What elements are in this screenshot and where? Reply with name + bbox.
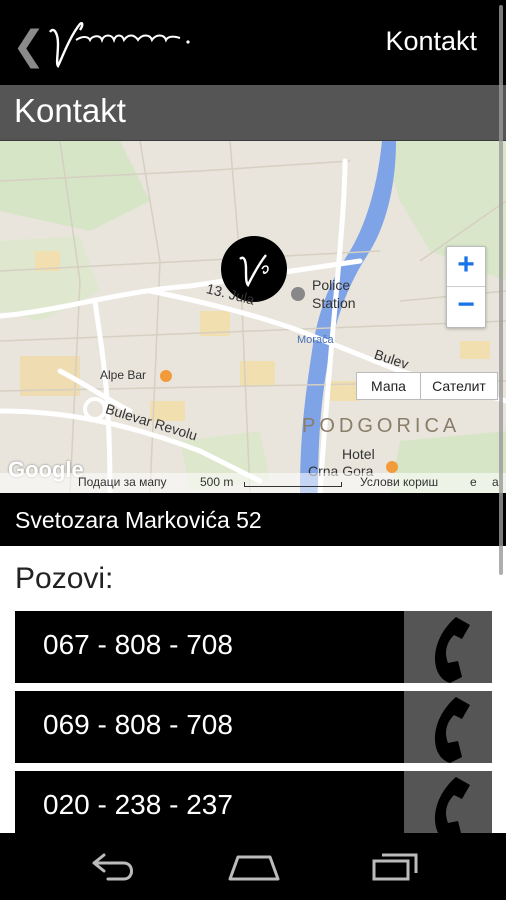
map-view[interactable]: 13. Jula Police Station Morača Bulev Alp… bbox=[0, 141, 506, 493]
call-button[interactable] bbox=[404, 611, 492, 683]
zoom-in-button[interactable]: + bbox=[447, 247, 485, 287]
address-text: Svetozara Markovića 52 bbox=[15, 507, 262, 533]
map-footer-e: е bbox=[470, 475, 477, 489]
section-title: Kontakt bbox=[14, 92, 126, 129]
map-label-city: PODGORICA bbox=[302, 415, 461, 437]
phone-handset-icon bbox=[434, 617, 470, 683]
map-label-station: Station bbox=[312, 295, 356, 311]
map-label-hotel: Hotel bbox=[342, 446, 375, 462]
section-header: Kontakt bbox=[0, 85, 506, 141]
map-terms-link[interactable]: Услови кориш bbox=[360, 475, 438, 489]
map-scale-label: 500 m bbox=[200, 475, 234, 489]
back-chevron-icon[interactable]: ❮ bbox=[12, 26, 46, 66]
map-type-satellite-button[interactable]: Сателит bbox=[420, 372, 498, 400]
phone-number: 020 - 238 - 237 bbox=[43, 789, 233, 820]
map-label-river: Morača bbox=[297, 334, 334, 346]
phone-row[interactable]: 067 - 808 - 708 bbox=[15, 611, 492, 683]
app-bar: ❮ Kontakt bbox=[0, 0, 506, 85]
zoom-out-button[interactable]: − bbox=[447, 287, 485, 326]
call-button[interactable] bbox=[404, 691, 492, 763]
phone-handset-icon bbox=[434, 697, 470, 763]
back-icon[interactable] bbox=[88, 853, 138, 883]
phone-row[interactable]: 069 - 808 - 708 bbox=[15, 691, 492, 763]
venom-logo[interactable] bbox=[42, 14, 192, 70]
phone-number: 069 - 808 - 708 bbox=[43, 709, 233, 740]
map-label-police: Police bbox=[312, 277, 351, 293]
call-heading: Pozovi: bbox=[15, 562, 114, 595]
phone-number: 067 - 808 - 708 bbox=[43, 629, 233, 660]
recent-apps-icon[interactable] bbox=[370, 849, 422, 883]
map-footer-a: а bbox=[492, 475, 499, 489]
map-type-map-button[interactable]: Мапа bbox=[356, 372, 421, 400]
map-label-alpe-bar: Alpe Bar bbox=[100, 368, 147, 382]
app-bar-title: Kontakt bbox=[385, 26, 477, 56]
map-tiles bbox=[0, 141, 506, 493]
scrollbar[interactable] bbox=[499, 5, 503, 575]
home-icon[interactable] bbox=[226, 851, 282, 883]
map-footer: Подаци за мапу 500 m Услови кориш е а bbox=[0, 473, 506, 493]
address-bar: Svetozara Markovića 52 bbox=[0, 493, 506, 546]
map-scale-bar bbox=[244, 482, 342, 487]
system-nav-bar bbox=[0, 833, 506, 900]
map-data-link[interactable]: Подаци за мапу bbox=[78, 475, 167, 489]
zoom-controls: + − bbox=[446, 246, 486, 328]
